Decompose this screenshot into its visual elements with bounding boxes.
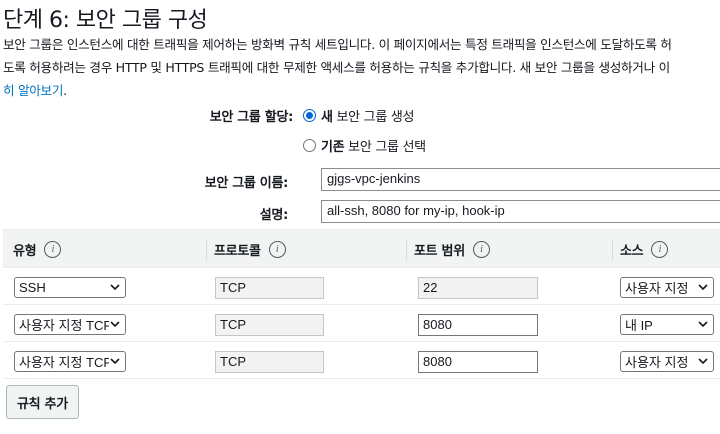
header-protocol: 프로토콜 i [206,230,286,269]
table-row: 사용자 지정 TCP TCP 8080 내 IP [3,305,720,342]
column-divider [206,240,207,260]
description-line-3: 히 알아보기. [3,79,720,102]
type-select[interactable]: 사용자 지정 TCP [14,351,126,372]
source-select[interactable]: 사용자 지정 [620,351,714,372]
page-description: 보안 그룹은 인스턴스에 대한 트래픽을 제어하는 방화벽 규칙 세트입니다. … [3,33,720,102]
column-divider [406,240,407,260]
info-icon[interactable]: i [472,241,490,258]
learn-more-suffix: . [63,83,67,98]
source-select[interactable]: 내 IP [620,314,714,335]
info-icon[interactable]: i [268,241,286,258]
chevron-down-icon [109,319,121,331]
info-icon[interactable]: i [651,241,669,258]
table-row: 사용자 지정 TCP TCP 8080 사용자 지정 [3,342,720,379]
radio-existing-indicator[interactable] [303,139,316,152]
chevron-down-icon [697,319,709,331]
chevron-down-icon [109,356,121,368]
protocol-field: TCP [215,314,324,336]
table-row: SSH TCP 22 사용자 지정 [3,268,720,305]
group-name-label: 보안 그룹 이름: [204,176,289,191]
port-range-input[interactable]: 22 [418,277,538,299]
info-icon[interactable]: i [44,241,62,258]
type-select[interactable]: 사용자 지정 TCP [14,314,126,335]
port-range-input[interactable]: 8080 [418,314,538,336]
radio-new-indicator[interactable] [303,109,316,122]
protocol-field: TCP [215,277,324,299]
add-rule-button[interactable]: 규칙 추가 [6,385,79,419]
chevron-down-icon [697,282,709,294]
description-line-1: 보안 그룹은 인스턴스에 대한 트래픽을 제어하는 방화벽 규칙 세트입니다. … [3,37,672,52]
radio-existing-label: 기존 보안 그룹 선택 [321,140,426,155]
assign-label: 보안 그룹 할당: [209,110,294,125]
type-select[interactable]: SSH [14,277,126,298]
source-select[interactable]: 사용자 지정 [620,277,714,298]
chevron-down-icon [697,356,709,368]
description-input[interactable]: all-ssh, 8080 for my-ip, hook-ip [321,200,720,223]
column-divider [612,240,613,260]
description-label: 설명: [259,208,289,223]
radio-new-label: 새 보안 그룹 생성 [321,110,415,125]
header-type: 유형 i [13,230,62,269]
chevron-down-icon [109,282,121,294]
port-range-input[interactable]: 8080 [418,351,538,373]
page-title: 단계 6: 보안 그룹 구성 [3,8,208,33]
radio-existing-group[interactable]: 기존 보안 그룹 선택 [303,136,426,155]
header-port-range: 포트 범위 i [406,230,490,269]
radio-new-group[interactable]: 새 보안 그룹 생성 [303,106,414,125]
header-source: 소스 i [612,230,669,269]
learn-more-link[interactable]: 히 알아보기 [3,83,63,98]
protocol-field: TCP [215,351,324,373]
table-header: 유형 i 프로토콜 i 포트 범위 i 소스 i [3,229,720,268]
description-line-2: 도록 허용하려는 경우 HTTP 및 HTTPS 트래픽에 대한 무제한 액세스… [3,60,670,75]
group-name-input[interactable]: gjgs-vpc-jenkins [321,168,720,191]
